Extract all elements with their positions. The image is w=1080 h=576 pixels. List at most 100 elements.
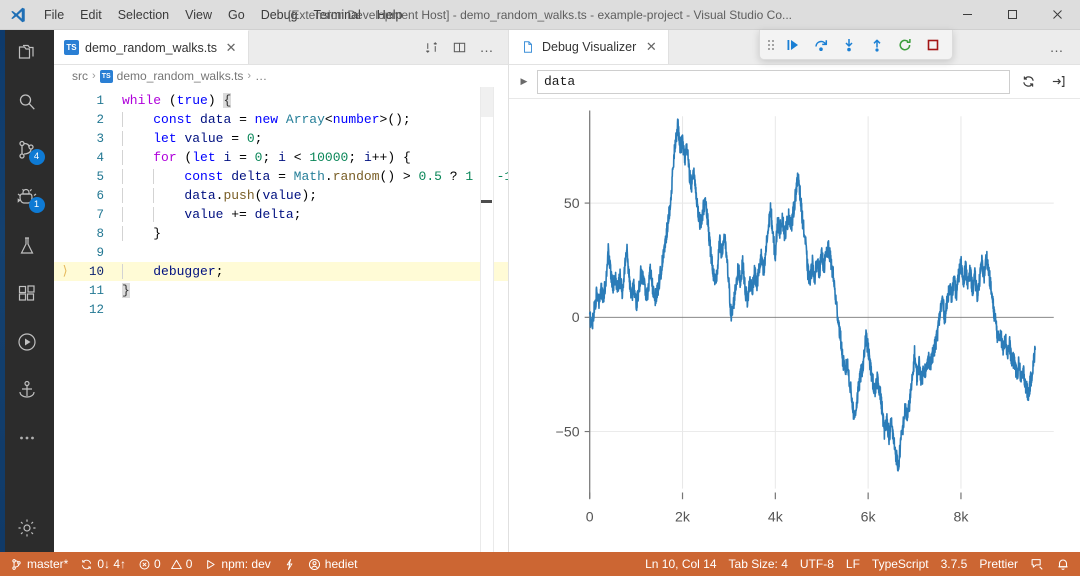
status-tab-size[interactable]: Tab Size: 4 (723, 552, 794, 576)
code-line[interactable]: 3 let value = 0; (54, 129, 508, 148)
step-out-button[interactable] (864, 33, 890, 57)
status-lightning[interactable] (277, 552, 302, 576)
sidebar-item-additional-views[interactable] (0, 414, 54, 462)
debug-stack-frame-icon: ⟩ (54, 264, 76, 279)
sidebar-item-testing[interactable] (0, 222, 54, 270)
status-sync[interactable]: 0↓ 4↑ (74, 552, 132, 576)
status-notifications[interactable] (1050, 552, 1076, 576)
breadcrumb-symbol[interactable]: … (255, 69, 267, 83)
continue-button[interactable] (780, 33, 806, 57)
line-number: 10 (76, 265, 112, 279)
code-text: data.push(value); (112, 188, 317, 203)
close-button[interactable] (1035, 0, 1080, 30)
menu-selection[interactable]: Selection (110, 0, 177, 30)
maximize-button[interactable] (990, 0, 1035, 30)
code-token: i (364, 150, 372, 165)
breadcrumb[interactable]: src › TS demo_random_walks.ts › … (54, 65, 508, 87)
code-line[interactable]: 1while (true) { (54, 91, 508, 110)
code-lines: 1while (true) {2 const data = new Array<… (54, 87, 508, 552)
menu-help[interactable]: Help (369, 0, 411, 30)
code-line[interactable]: 8 } (54, 224, 508, 243)
status-encoding[interactable]: UTF-8 (794, 552, 840, 576)
code-line[interactable]: 11} (54, 281, 508, 300)
code-token: 10000 (309, 150, 348, 165)
sidebar-item-debug-visualizer[interactable] (0, 318, 54, 366)
step-into-button[interactable] (836, 33, 862, 57)
menu-terminal[interactable]: Terminal (306, 0, 369, 30)
code-token (122, 131, 153, 146)
code-line[interactable]: 12 (54, 300, 508, 319)
code-text: const data = new Array<number>(); (112, 112, 411, 127)
bell-icon (1056, 557, 1070, 571)
status-ts-version[interactable]: 3.7.5 (935, 552, 974, 576)
tab-debug-visualizer[interactable]: Debug Visualizer ✕ (509, 30, 669, 64)
code-line[interactable]: 7 value += delta; (54, 205, 508, 224)
manage-settings-button[interactable] (0, 504, 54, 552)
menu-bar[interactable]: File Edit Selection View Go Debug Termin… (36, 0, 411, 30)
random-walk-chart[interactable]: −5005002k4k6k8k (509, 99, 1080, 552)
editor-tab-demo-random-walks[interactable]: TS demo_random_walks.ts ✕ (54, 30, 249, 64)
menu-edit[interactable]: Edit (72, 0, 110, 30)
menu-view[interactable]: View (177, 0, 220, 30)
minimap-slider[interactable] (481, 87, 493, 117)
chevron-right-icon[interactable]: ▶ (517, 76, 531, 87)
code-token: value (184, 207, 223, 222)
code-line[interactable]: 9 (54, 243, 508, 262)
sidebar-item-docker[interactable] (0, 366, 54, 414)
code-line[interactable]: 2 const data = new Array<number>(); (54, 110, 508, 129)
status-branch[interactable]: master* (4, 552, 74, 576)
editor-vertical-scrollbar[interactable] (494, 87, 508, 552)
sidebar-item-extensions[interactable] (0, 270, 54, 318)
sidebar-item-explorer[interactable] (0, 30, 54, 78)
status-account[interactable]: hediet (302, 552, 364, 576)
code-line[interactable]: ⟩10 debugger; (54, 262, 508, 281)
code-line[interactable]: 4 for (let i = 0; i < 10000; i++) { (54, 148, 508, 167)
code-token: const (184, 169, 223, 184)
sidebar-item-source-control[interactable]: 4 (0, 126, 54, 174)
close-icon[interactable]: ✕ (223, 40, 239, 56)
more-actions-icon[interactable]: … (1044, 34, 1070, 60)
sidebar-item-run-and-debug[interactable]: 1 (0, 174, 54, 222)
status-language-mode[interactable]: TypeScript (866, 552, 935, 576)
menu-debug[interactable]: Debug (253, 0, 306, 30)
status-problems[interactable]: 0 0 (132, 552, 198, 576)
refresh-button[interactable] (1016, 70, 1040, 94)
anchor-icon (15, 378, 39, 402)
close-icon[interactable]: ✕ (643, 39, 659, 55)
menu-go[interactable]: Go (220, 0, 253, 30)
status-warnings: 0 (170, 557, 193, 571)
open-in-browser-button[interactable] (1046, 70, 1070, 94)
debug-toolbar[interactable] (759, 30, 953, 60)
indent-guide (122, 264, 123, 279)
sidebar-item-search[interactable] (0, 78, 54, 126)
step-over-button[interactable] (808, 33, 834, 57)
status-cursor-position[interactable]: Ln 10, Col 14 (639, 552, 722, 576)
code-token: let (153, 131, 176, 146)
code-line[interactable]: 6 data.push(value); (54, 186, 508, 205)
code-line[interactable]: 5 const delta = Math.random() > 0.5 ? 1 … (54, 167, 508, 186)
status-feedback[interactable] (1024, 552, 1050, 576)
split-editor-icon[interactable] (446, 34, 472, 60)
menu-file[interactable]: File (36, 0, 72, 30)
debug-visualizer-panel: Debug Visualizer ✕ … (509, 30, 1080, 552)
code-text: } (112, 283, 130, 298)
expression-input[interactable] (537, 70, 1010, 94)
x-tick-label: 6k (861, 510, 876, 525)
code-token: push (223, 188, 254, 203)
status-branch-label: master* (27, 557, 68, 571)
restart-button[interactable] (892, 33, 918, 57)
status-eol[interactable]: LF (840, 552, 866, 576)
breadcrumb-file[interactable]: TS demo_random_walks.ts (100, 69, 244, 83)
status-formatter[interactable]: Prettier (973, 552, 1024, 576)
drag-handle-icon[interactable] (764, 33, 778, 57)
workbench-body: 4 1 (0, 30, 1080, 552)
minimize-button[interactable] (945, 0, 990, 30)
status-npm-dev[interactable]: npm: dev (198, 552, 276, 576)
stop-button[interactable] (920, 33, 946, 57)
code-editor[interactable]: 1while (true) {2 const data = new Array<… (54, 87, 508, 552)
breadcrumb-src[interactable]: src (72, 69, 88, 83)
more-actions-icon[interactable]: … (474, 34, 500, 60)
visualizer-tab-bar: Debug Visualizer ✕ … (509, 30, 1080, 65)
minimap[interactable] (480, 87, 494, 552)
split-in-group-icon[interactable] (418, 34, 444, 60)
